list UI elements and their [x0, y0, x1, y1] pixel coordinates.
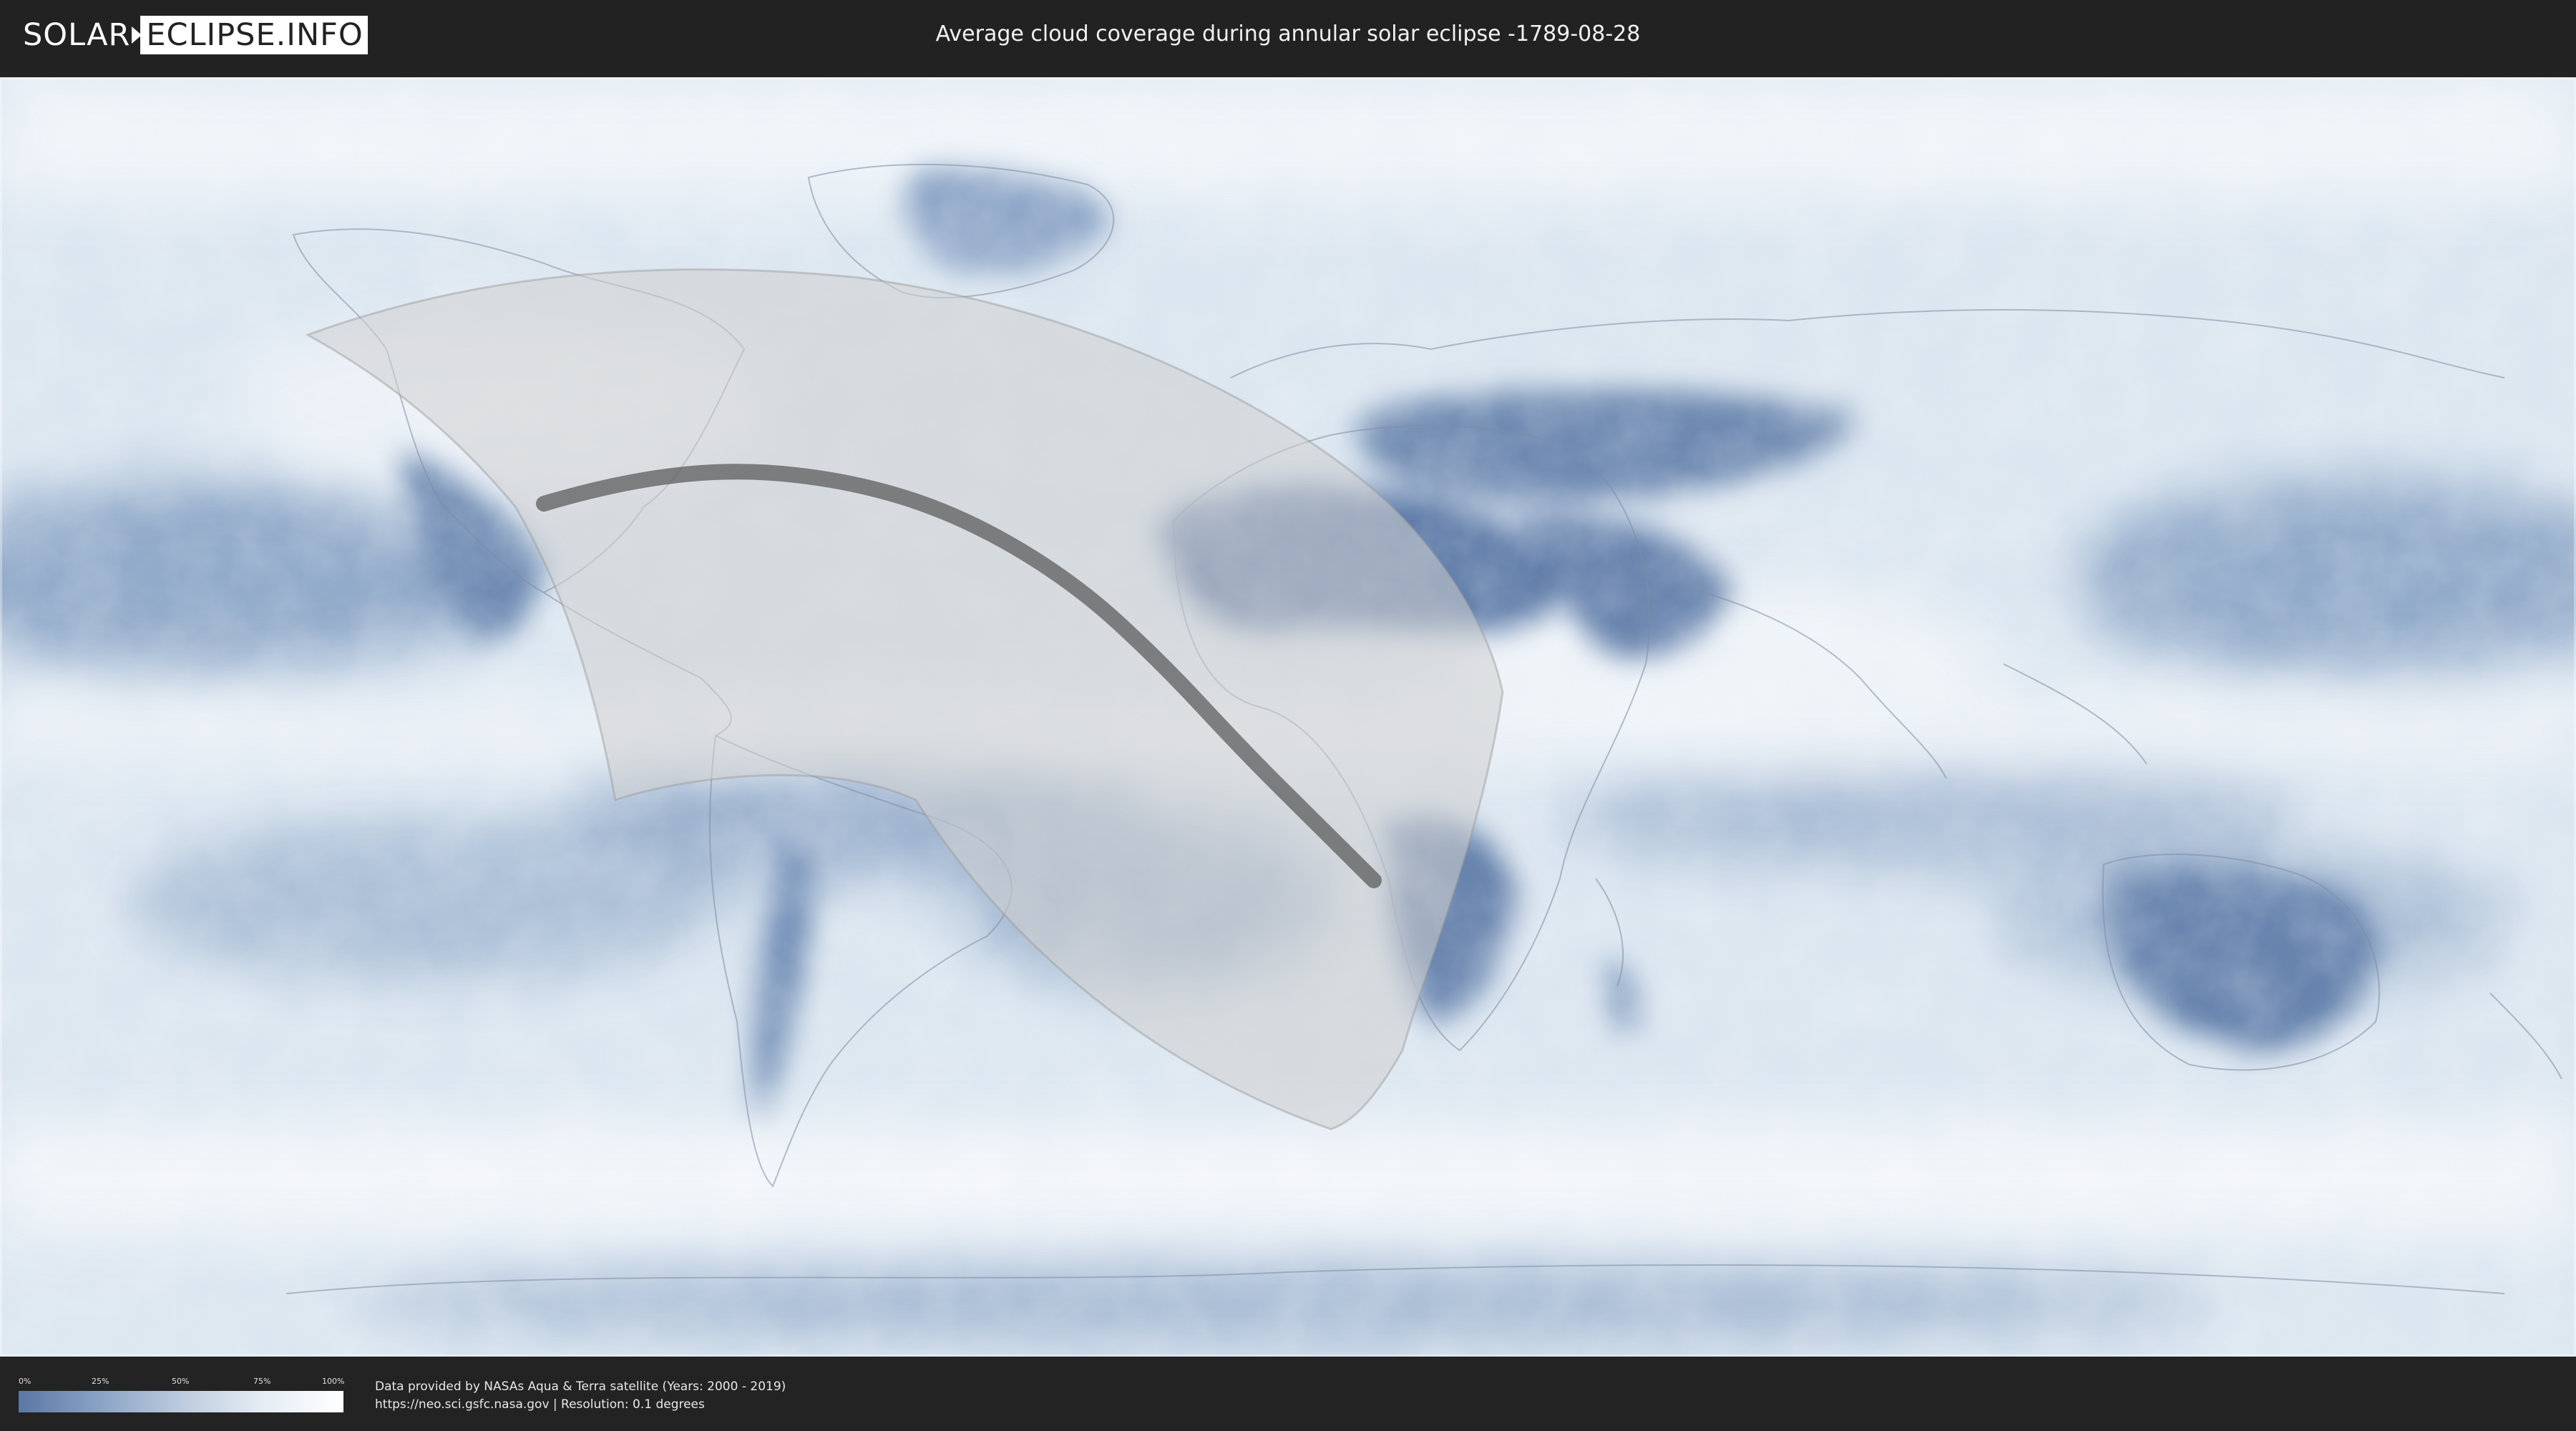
cloud-coverage-legend-bar: [19, 1391, 343, 1412]
map-canvas: [0, 77, 2576, 1357]
legend-tick-50: 50%: [172, 1377, 190, 1386]
legend-tick-25: 25%: [92, 1377, 109, 1386]
legend-tick-75: 75%: [253, 1377, 271, 1386]
legend-tick-100: 100%: [322, 1377, 345, 1386]
cloud-coverage-map[interactable]: [0, 77, 2576, 1357]
page-title: Average cloud coverage during annular so…: [935, 21, 1641, 47]
credit-line-url[interactable]: https://neo.sci.gsfc.nasa.gov | Resoluti…: [375, 1396, 786, 1414]
data-credit: Data provided by NASAs Aqua & Terra sate…: [375, 1378, 786, 1414]
header-bar: SOLAR ECLIPSE.INFO Average cloud coverag…: [0, 0, 2576, 72]
legend-ticks: 0% 25% 50% 75% 100%: [19, 1377, 345, 1387]
legend-tick-0: 0%: [19, 1377, 31, 1386]
credit-line-source: Data provided by NASAs Aqua & Terra sate…: [375, 1379, 786, 1394]
